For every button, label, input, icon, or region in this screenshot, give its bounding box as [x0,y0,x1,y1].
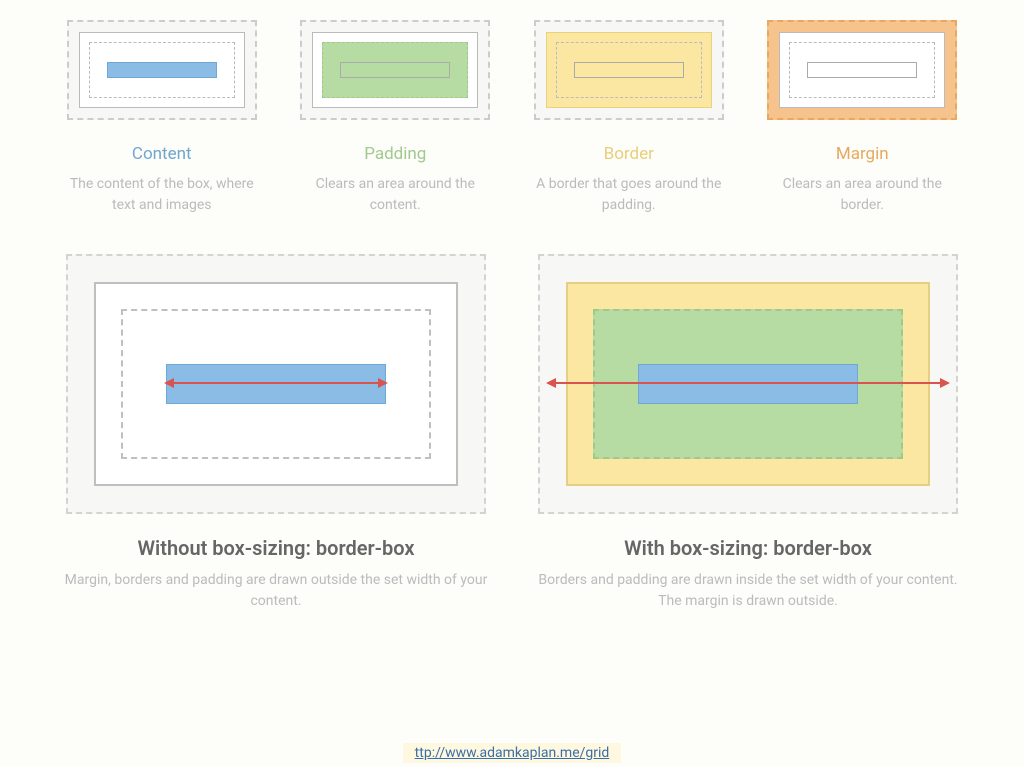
box-model-diagram-content [67,20,257,120]
card-title-padding: Padding [294,144,498,164]
without-title: Without box-sizing: border-box [60,536,492,560]
card-desc-content: The content of the box, where text and i… [60,174,264,216]
width-arrow-icon [166,382,386,384]
card-border: Border A border that goes around the pad… [527,20,731,216]
card-desc-padding: Clears an area around the content. [294,174,498,216]
without-box-sizing-card: Without box-sizing: border-box Margin, b… [60,254,492,612]
card-desc-border: A border that goes around the padding. [527,174,731,216]
card-content: Content The content of the box, where te… [60,20,264,216]
page: Content The content of the box, where te… [0,0,1024,612]
card-padding: Padding Clears an area around the conten… [294,20,498,216]
box-model-diagram-border [534,20,724,120]
card-title-content: Content [60,144,264,164]
footer-source-link: ttp://www.adamkaplan.me/grid [0,745,1024,761]
with-box-sizing-diagram [538,254,958,514]
box-sizing-comparison-row: Without box-sizing: border-box Margin, b… [60,254,964,612]
with-title: With box-sizing: border-box [532,536,964,560]
card-desc-margin: Clears an area around the border. [761,174,965,216]
without-desc: Margin, borders and padding are drawn ou… [60,570,492,612]
card-title-border: Border [527,144,731,164]
source-url-link[interactable]: ttp://www.adamkaplan.me/grid [403,743,622,763]
card-title-margin: Margin [761,144,965,164]
width-arrow-icon [548,382,948,384]
without-box-sizing-diagram [66,254,486,514]
box-model-cards-row: Content The content of the box, where te… [60,20,964,216]
with-box-sizing-card: With box-sizing: border-box Borders and … [532,254,964,612]
card-margin: Margin Clears an area around the border. [761,20,965,216]
with-desc: Borders and padding are drawn inside the… [532,570,964,612]
box-model-diagram-padding [300,20,490,120]
box-model-diagram-margin [767,20,957,120]
